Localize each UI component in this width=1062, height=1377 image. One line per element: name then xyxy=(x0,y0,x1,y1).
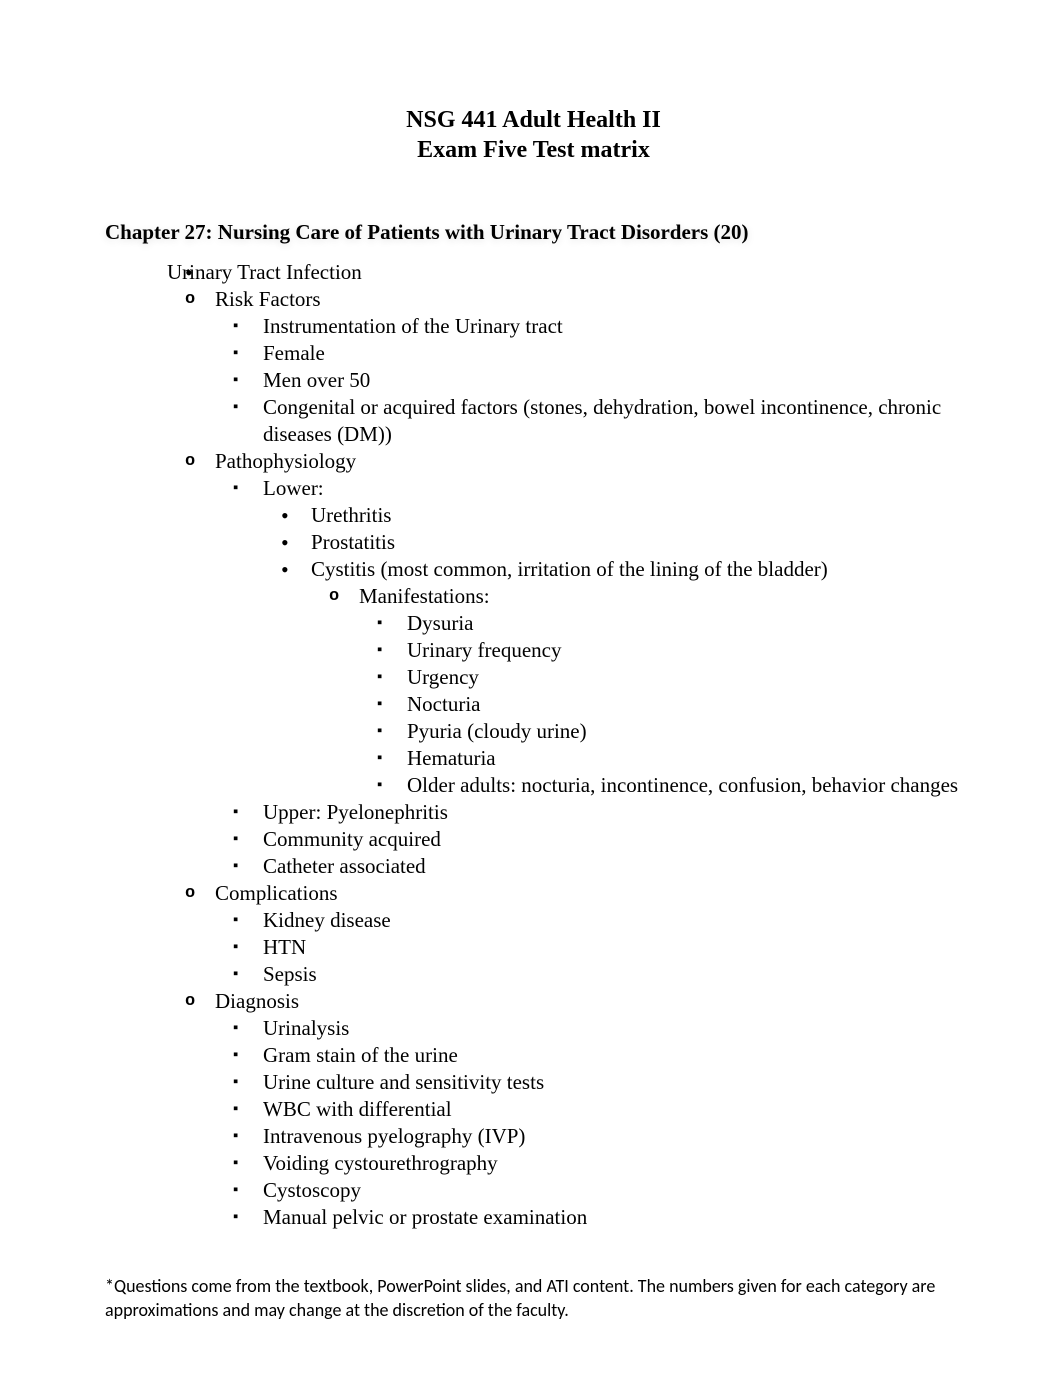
topic-label: Urinary Tract Infection xyxy=(167,260,362,284)
list-item: Cystitis (most common, irritation of the… xyxy=(311,556,962,799)
list-item: Prostatitis xyxy=(311,529,962,556)
chapter-heading: Chapter 27: Nursing Care of Patients wit… xyxy=(105,220,962,245)
section-label: Complications xyxy=(215,881,338,905)
section-label: Risk Factors xyxy=(215,287,321,311)
list-item: Men over 50 xyxy=(263,367,962,394)
list-item: Urgency xyxy=(407,664,962,691)
list-item: Sepsis xyxy=(263,961,962,988)
list-item: Dysuria xyxy=(407,610,962,637)
list-item: Older adults: nocturia, incontinence, co… xyxy=(407,772,962,799)
list-item: Urethritis xyxy=(311,502,962,529)
list-item: Pyuria (cloudy urine) xyxy=(407,718,962,745)
title-line-1: NSG 441 Adult Health II xyxy=(105,105,962,135)
list-item: Urinalysis xyxy=(263,1015,962,1042)
list-item: WBC with differential xyxy=(263,1096,962,1123)
document-page: NSG 441 Adult Health II Exam Five Test m… xyxy=(0,0,1062,1377)
list-item: Nocturia xyxy=(407,691,962,718)
list-item: Cystoscopy xyxy=(263,1177,962,1204)
list-item: Female xyxy=(263,340,962,367)
list-item: Manifestations: Dysuria Urinary frequenc… xyxy=(359,583,962,799)
document-title: NSG 441 Adult Health II Exam Five Test m… xyxy=(105,105,962,165)
footnote: *Questions come from the textbook, Power… xyxy=(105,1275,962,1322)
list-item: Lower: Urethritis Prostatitis Cystitis (… xyxy=(263,475,962,799)
list-item: HTN xyxy=(263,934,962,961)
list-item: Upper: Pyelonephritis xyxy=(263,799,962,826)
list-item: Catheter associated xyxy=(263,853,962,880)
section-label: Diagnosis xyxy=(215,989,299,1013)
list-item: Manual pelvic or prostate examination xyxy=(263,1204,962,1231)
list-item: Urine culture and sensitivity tests xyxy=(263,1069,962,1096)
title-line-2: Exam Five Test matrix xyxy=(105,135,962,165)
list-item: Urinary frequency xyxy=(407,637,962,664)
list-item: Diagnosis Urinalysis Gram stain of the u… xyxy=(215,988,962,1231)
list-item: Hematuria xyxy=(407,745,962,772)
list-item: Pathophysiology Lower: Urethritis Prosta… xyxy=(215,448,962,880)
list-item: Risk Factors Instrumentation of the Urin… xyxy=(215,286,962,448)
list-item: Gram stain of the urine xyxy=(263,1042,962,1069)
list-item: Congenital or acquired factors (stones, … xyxy=(263,394,962,448)
list-item: Kidney disease xyxy=(263,907,962,934)
list-item: Complications Kidney disease HTN Sepsis xyxy=(215,880,962,988)
list-item: Intravenous pyelography (IVP) xyxy=(263,1123,962,1150)
list-item: Instrumentation of the Urinary tract xyxy=(263,313,962,340)
outline-root: Urinary Tract Infection Risk Factors Ins… xyxy=(105,259,962,1231)
list-item: Community acquired xyxy=(263,826,962,853)
list-item: Urinary Tract Infection Risk Factors Ins… xyxy=(167,259,962,1231)
list-item: Voiding cystourethrography xyxy=(263,1150,962,1177)
section-label: Pathophysiology xyxy=(215,449,356,473)
